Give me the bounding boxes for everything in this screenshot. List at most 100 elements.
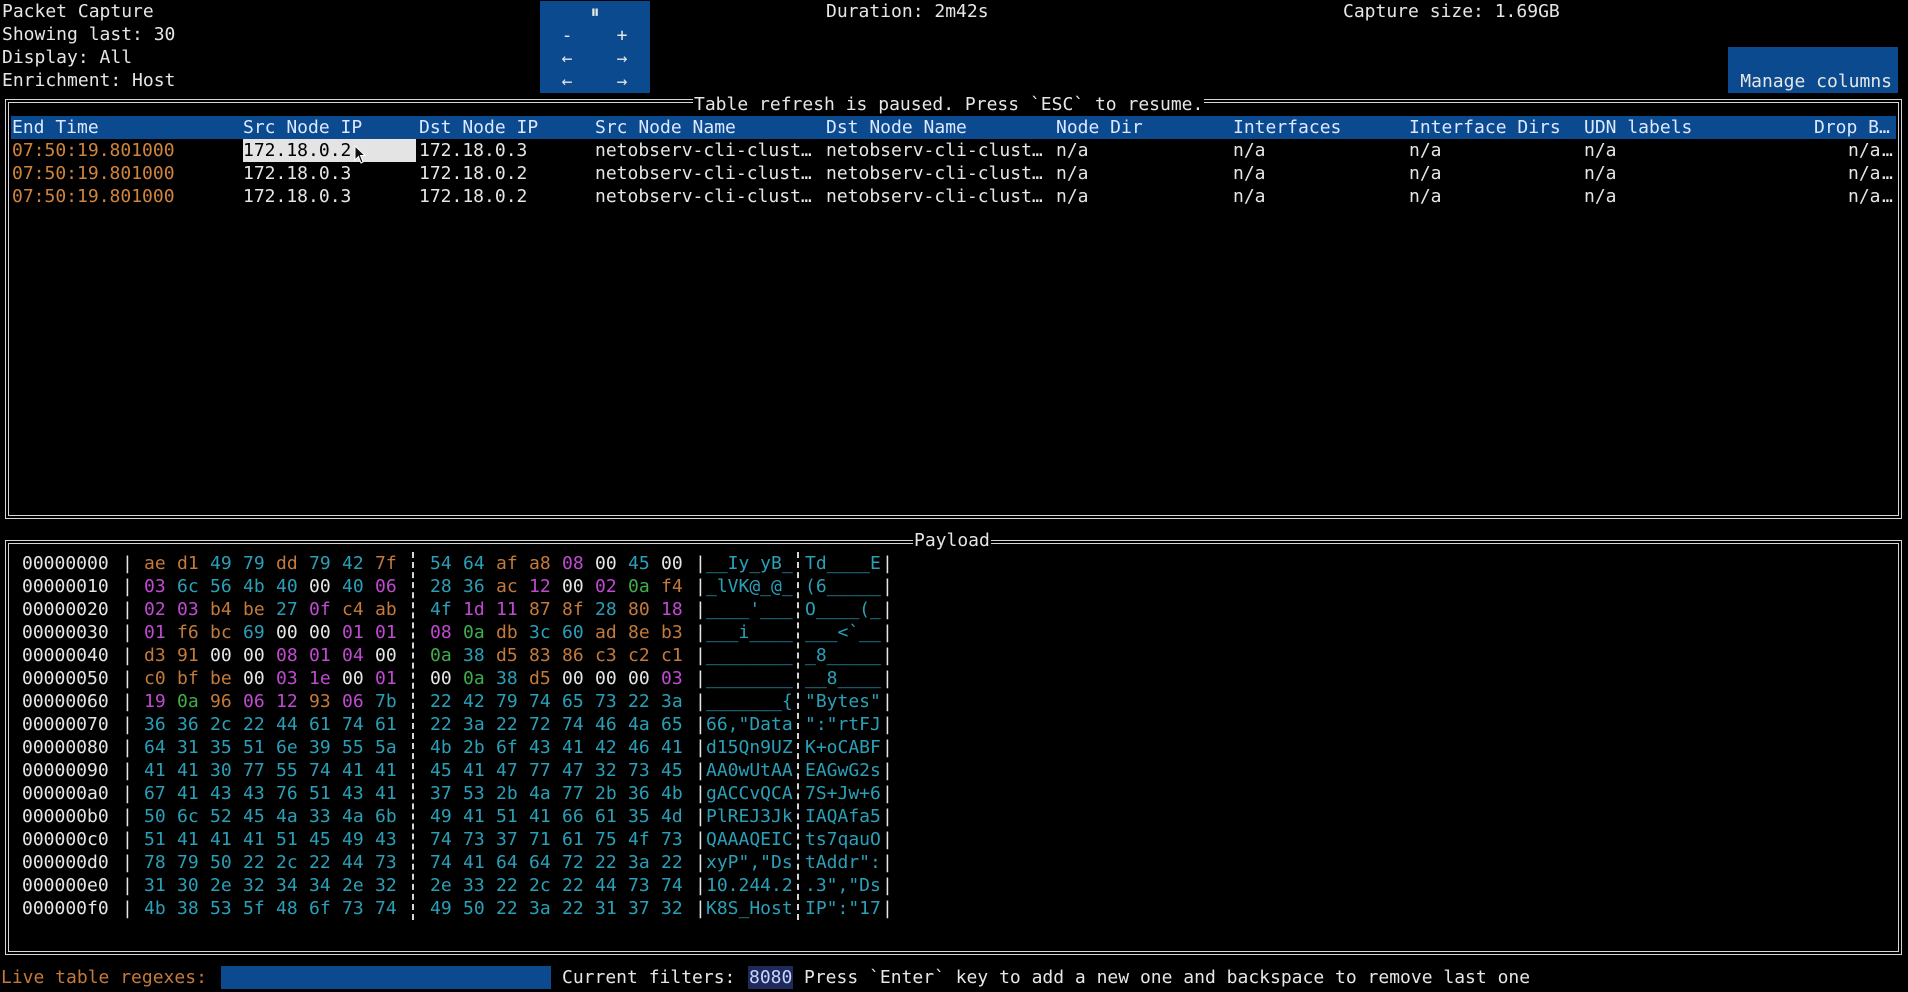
ascii-right: __8____ [805,668,881,689]
hex-byte: 45 [430,760,452,781]
table-row[interactable]: 07:50:19.801000 172.18.0.3 172.18.0.2 ne… [11,185,1896,208]
col-end-time[interactable]: End Time [12,116,99,139]
hex-byte: 74 [342,714,364,735]
hex-byte: 87 [529,599,551,620]
cell-drop-bytes: n/a [1848,163,1881,184]
hex-byte: 06 [243,691,265,712]
col-udn-labels[interactable]: UDN labels [1584,116,1692,139]
hex-byte: ad [595,622,617,643]
ascii-open-bar: | [695,783,706,804]
hex-byte: 41 [375,760,397,781]
col-interface-dirs[interactable]: Interface Dirs [1409,116,1561,139]
hex-byte: 35 [628,806,650,827]
hex-byte: 50 [463,898,485,919]
table-row[interactable]: 07:50:19.801000 172.18.0.2 172.18.0.3 ne… [11,139,1896,162]
hex-byte: 41 [177,829,199,850]
hex-offset: 00000000 [22,553,109,574]
cell-dst-name: netobserv-cli-clust… [826,140,1043,161]
hex-byte: ae [144,553,166,574]
decrease-button[interactable]: - [555,24,579,47]
cell-dst-name: netobserv-cli-clust… [826,186,1043,207]
col-drop-bytes[interactable]: Drop B… [1814,116,1890,139]
next-arrow-icon[interactable]: → [610,47,634,70]
ascii-close-bar: | [882,737,893,758]
hex-byte: 31 [144,875,166,896]
scroll-right-icon[interactable]: → [610,70,634,93]
ascii-close-bar: | [882,668,893,689]
hex-byte: 01 [144,622,166,643]
cell-src-ip-selected[interactable]: 172.18.0.2 [243,139,416,162]
hex-byte: 04 [342,645,364,666]
ascii-close-bar: | [882,829,893,850]
hex-byte: 41 [210,829,232,850]
cell-node-dir: n/a [1056,140,1089,161]
table-status-title: Table refresh is paused. Press `ESC` to … [693,93,1205,116]
hex-byte: 37 [430,783,452,804]
hex-byte: 74 [430,852,452,873]
hex-byte: 41 [177,760,199,781]
hex-byte: 79 [243,553,265,574]
hex-byte: 69 [243,622,265,643]
hex-byte: 51 [276,829,298,850]
hex-byte: 3a [628,852,650,873]
cell-end-time: 07:50:19.801000 [12,140,175,161]
hex-offset: 00000030 [22,622,109,643]
hex-dump: 00000000 | ae d1 49 79 dd 79 42 7f 54 64 af a8 08 00 45 0… [0,552,1000,920]
increase-button[interactable]: + [610,24,634,47]
ascii-right: 7S+Jw+6 [805,783,881,804]
hex-byte: 6c [177,806,199,827]
col-node-dir[interactable]: Node Dir [1056,116,1143,139]
pause-button[interactable]: ⏸ [583,1,607,24]
cell-interface-dirs: n/a [1409,186,1442,207]
scroll-left-icon[interactable]: ← [555,70,579,93]
ascii-open-bar: | [695,668,706,689]
cell-drop-bytes: n/a [1848,186,1881,207]
col-src-node-ip[interactable]: Src Node IP [243,116,362,139]
hex-byte: 66 [562,806,584,827]
ascii-left: ________ [706,668,793,689]
table-row[interactable]: 07:50:19.801000 172.18.0.3 172.18.0.2 ne… [11,162,1896,185]
hex-byte: 30 [210,760,232,781]
col-dst-node-ip[interactable]: Dst Node IP [419,116,538,139]
hex-separator: | [122,737,133,758]
hex-byte: 74 [430,829,452,850]
hex-byte: 22 [562,875,584,896]
hex-byte: 01 [342,622,364,643]
hex-byte: 50 [144,806,166,827]
hex-byte: 6f [496,737,518,758]
hex-byte: 0f [309,599,331,620]
col-dst-node-name[interactable]: Dst Node Name [826,116,967,139]
hex-byte: 6e [276,737,298,758]
hex-byte: 61 [595,806,617,827]
hex-byte: 2e [342,875,364,896]
cell-dst-ip: 172.18.0.2 [419,186,528,207]
ascii-right: O____(_ [805,599,881,620]
hex-byte: 41 [243,829,265,850]
regex-input[interactable] [221,966,551,989]
hex-byte: 49 [342,829,364,850]
hex-offset: 000000d0 [22,852,109,873]
hex-offset: 000000f0 [22,898,109,919]
hex-byte: 38 [177,898,199,919]
mouse-cursor-icon [354,145,366,164]
hex-byte: b4 [210,599,232,620]
ascii-left: AA0wUtAA [706,760,793,781]
filter-chip[interactable]: 8080 [748,966,794,989]
ascii-right: ___<`__ [805,622,881,643]
hex-byte: 22 [243,852,265,873]
cell-drop-bytes: n/a [1848,140,1881,161]
cell-node-dir: n/a [1056,163,1089,184]
hex-byte: 44 [595,875,617,896]
hex-byte: d1 [177,553,199,574]
prev-arrow-icon[interactable]: ← [555,47,579,70]
hex-byte: 49 [430,898,452,919]
duration-label: Duration: 2m42s [826,1,989,22]
col-src-node-name[interactable]: Src Node Name [595,116,736,139]
hex-byte: 38 [463,645,485,666]
hex-byte: d3 [144,645,166,666]
manage-columns-button[interactable]: Manage columns [1728,47,1898,93]
ascii-open-bar: | [695,599,706,620]
col-interfaces[interactable]: Interfaces [1233,116,1341,139]
hex-byte: 2e [430,875,452,896]
cell-src-name: netobserv-cli-clust… [595,163,812,184]
